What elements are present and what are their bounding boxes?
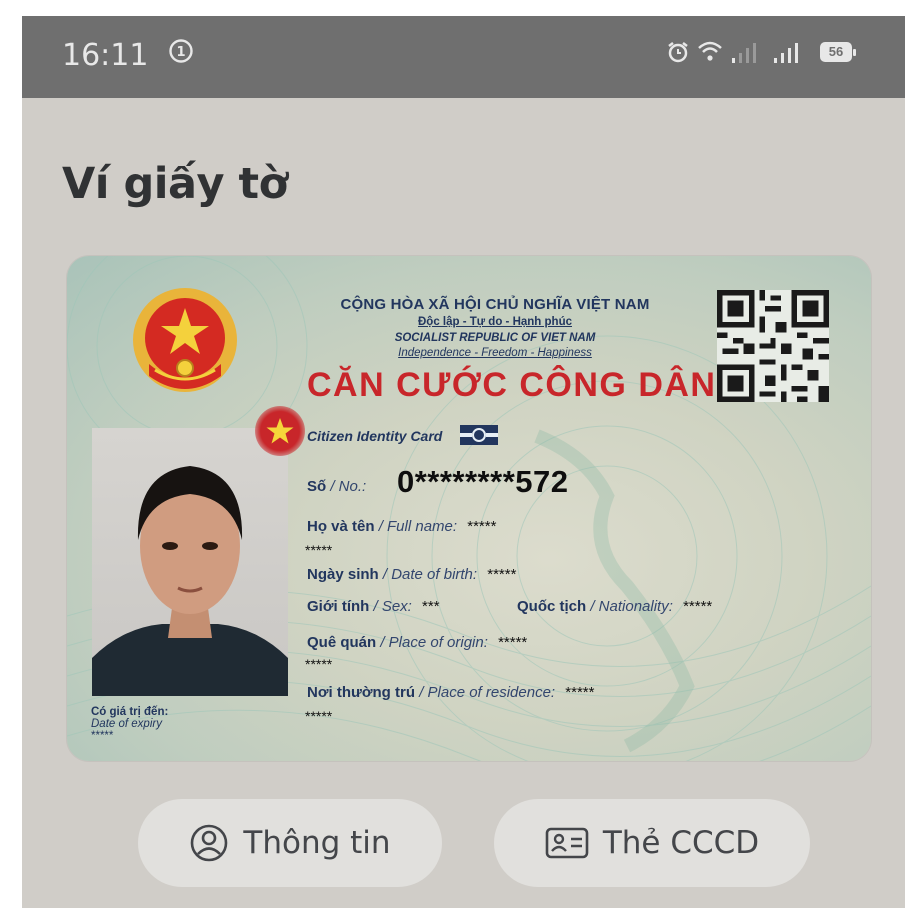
id-photo <box>92 428 288 696</box>
card-header-motto-en: Independence - Freedom - Happiness <box>398 347 592 359</box>
nationality-field: Quốc tịch / Nationality: ***** <box>517 598 713 615</box>
info-button-label: Thông tin <box>243 825 391 861</box>
status-bar: 16:11 1 56 <box>22 16 905 98</box>
qr-code-icon <box>717 290 829 402</box>
battery-icon: 56 <box>820 42 856 62</box>
user-circle-icon <box>191 824 228 862</box>
id-card-button-label: Thẻ CCCD <box>602 825 760 861</box>
card-subtitle: Citizen Identity Card <box>307 428 443 444</box>
card-header-motto: Độc lập - Tự do - Hạnh phúc <box>418 316 572 328</box>
residence-value-cont: ***** <box>305 708 333 724</box>
national-emblem-icon <box>133 288 237 392</box>
sex-field: Giới tính / Sex: *** <box>307 598 440 615</box>
id-card-button[interactable]: Thẻ CCCD <box>494 799 810 887</box>
phone-screen: 16:11 1 56 Ví giấy tờ CỘNG HÒA XÃ HỘI CH… <box>22 16 905 908</box>
origin-value-cont: ***** <box>305 656 333 672</box>
residence-field: Nơi thường trú / Place of residence: ***… <box>307 684 595 701</box>
card-title: CĂN CƯỚC CÔNG DÂN <box>307 366 717 404</box>
nationality-value: ***** <box>683 598 713 615</box>
card-header-country: CỘNG HÒA XÃ HỘI CHỦ NGHĨA VIỆT NAM <box>340 296 650 313</box>
id-card-icon <box>545 827 589 859</box>
signal-icon <box>774 42 804 69</box>
origin-value: ***** <box>498 634 528 651</box>
residence-value: ***** <box>565 684 595 701</box>
dob-field: Ngày sinh / Date of birth: ***** <box>307 566 517 583</box>
page-title: Ví giấy tờ <box>62 159 288 209</box>
dob-value: ***** <box>487 566 517 583</box>
signal-icon <box>732 42 762 69</box>
sex-value: *** <box>422 598 440 615</box>
citizen-id-card[interactable]: CỘNG HÒA XÃ HỘI CHỦ NGHĨA VIỆT NAM Độc l… <box>67 256 871 761</box>
expiry-value: ***** <box>91 730 114 742</box>
status-time: 16:11 <box>62 38 149 73</box>
alarm-icon <box>666 40 690 69</box>
full-name-field: Họ và tên / Full name: ***** <box>307 518 497 535</box>
full-name-value: ***** <box>467 518 497 535</box>
svg-text:1: 1 <box>176 45 185 60</box>
id-number-value: 0********572 <box>397 464 569 499</box>
id-number-label: Số / No.: <box>307 478 367 495</box>
card-header-country-en: SOCIALIST REPUBLIC OF VIET NAM <box>394 332 596 344</box>
info-button[interactable]: Thông tin <box>138 799 442 887</box>
star-badge-icon <box>255 406 305 456</box>
expiry-field: Có giá trị đến: Date of expiry ***** <box>91 706 169 742</box>
origin-field: Quê quán / Place of origin: ***** <box>307 634 528 651</box>
chip-icon <box>460 425 498 445</box>
full-name-value-cont: ***** <box>305 542 333 558</box>
notification-badge-icon: 1 <box>168 38 194 69</box>
wifi-icon <box>697 38 723 69</box>
